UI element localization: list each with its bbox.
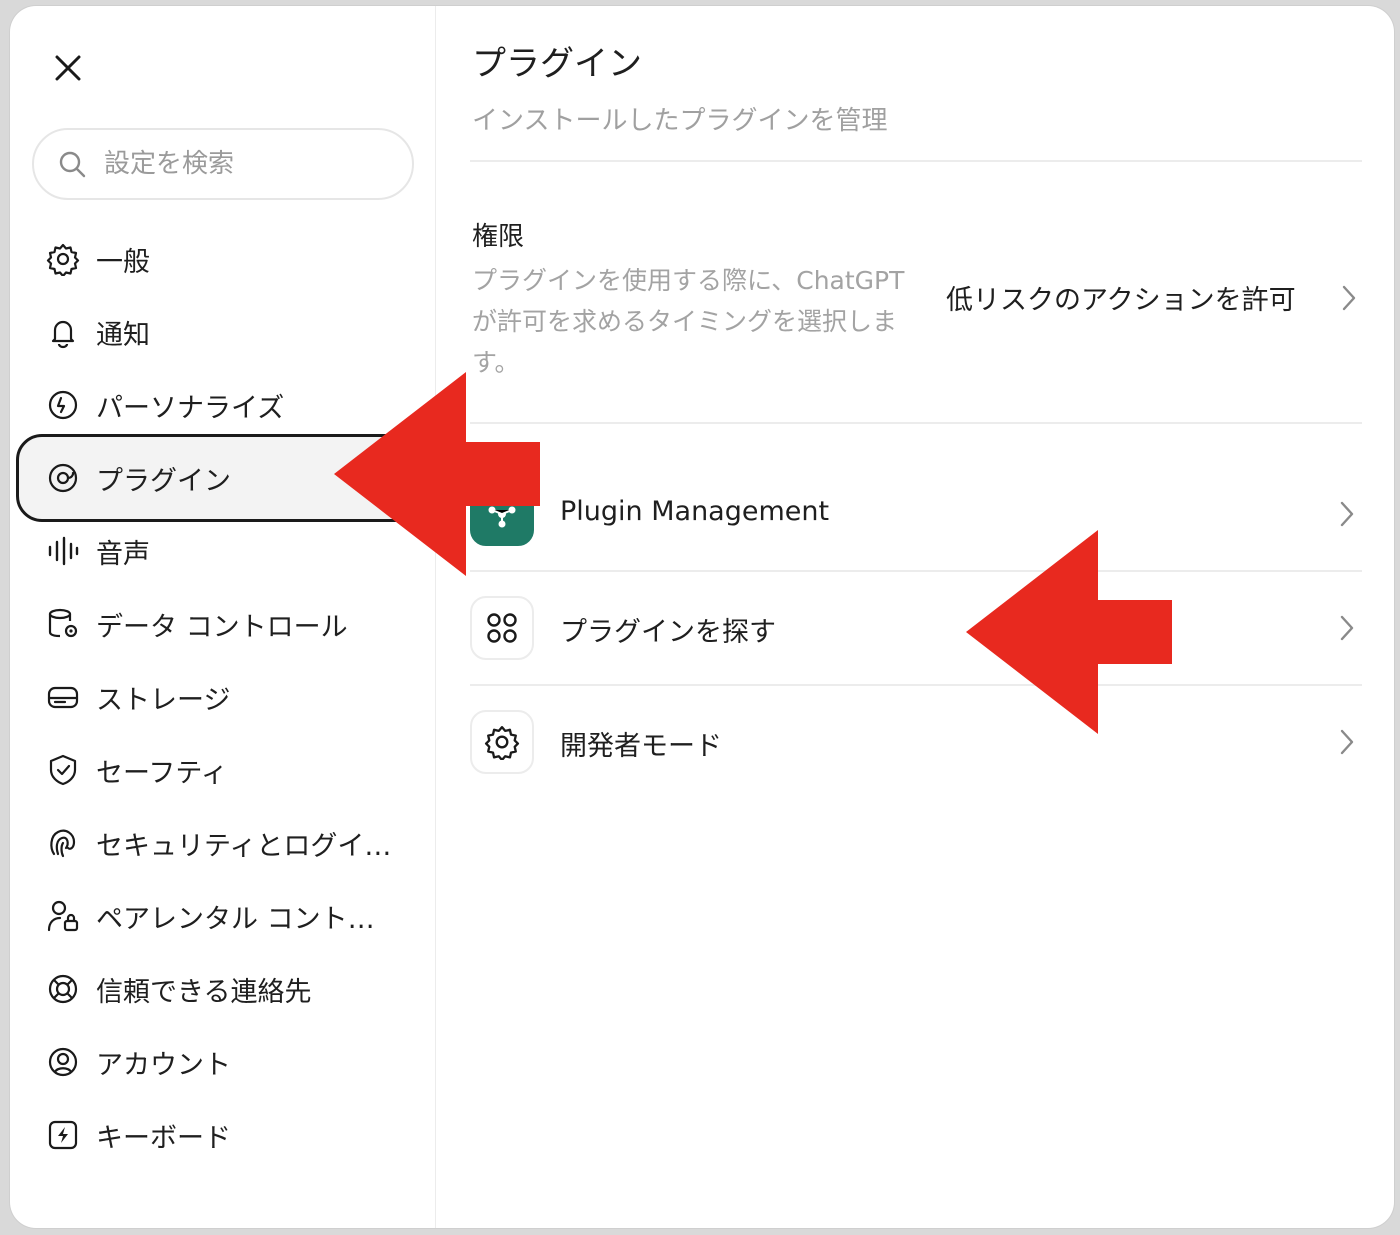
divider	[470, 422, 1362, 424]
personalize-icon	[44, 386, 82, 424]
search-input[interactable]	[104, 149, 384, 179]
shield-check-icon	[44, 751, 82, 789]
page-subtitle: インストールしたプラグインを管理	[472, 106, 888, 136]
sidebar-item-label: 信頼できる連絡先	[96, 976, 312, 1008]
chevron-right-icon[interactable]	[1338, 283, 1360, 313]
plugin-icon	[44, 459, 82, 497]
sidebar-item-label: 音声	[96, 538, 150, 570]
sidebar-item-label: 一般	[96, 246, 150, 278]
row-label: 開発者モード	[560, 731, 722, 762]
grid-circles-icon	[470, 596, 534, 660]
storage-icon	[44, 678, 82, 716]
database-gear-icon	[44, 605, 82, 643]
chevron-right-icon	[1340, 729, 1354, 755]
sidebar-item-label: データ コントロール	[96, 611, 348, 643]
sidebar-item-label: 通知	[96, 319, 150, 351]
lifebuoy-icon	[44, 970, 82, 1008]
sidebar-item-label: キーボード	[96, 1122, 231, 1154]
page-title: プラグイン	[472, 44, 642, 84]
sidebar-item-label: アカウント	[96, 1049, 231, 1081]
sidebar-item-label: セーフティ	[96, 757, 228, 789]
account-icon	[44, 1043, 82, 1081]
plugin-management-row[interactable]: Plugin Management	[470, 458, 1362, 570]
sidebar-item-storage[interactable]: ストレージ	[16, 662, 436, 732]
annotation-arrow-find-plugins	[966, 530, 1172, 734]
permissions-select[interactable]: 低リスクのアクションを許可	[946, 278, 1296, 317]
find-plugins-row[interactable]: プラグインを探す	[470, 572, 1362, 684]
developer-mode-row[interactable]: 開発者モード	[470, 686, 1362, 798]
divider	[470, 160, 1362, 162]
sidebar-item-trusted-contacts[interactable]: 信頼できる連絡先	[16, 954, 436, 1024]
sidebar-item-security[interactable]: セキュリティとログイ…	[16, 808, 436, 878]
search-box[interactable]	[32, 128, 414, 200]
sidebar-item-safety[interactable]: セーフティ	[16, 735, 436, 805]
fingerprint-icon	[44, 824, 82, 862]
gear-icon	[44, 240, 82, 278]
settings-window: 一般 通知 パーソナライズ プラグイン	[10, 6, 1394, 1228]
plugins-panel: プラグイン インストールしたプラグインを管理 権限 プラグインを使用する際に、C…	[436, 6, 1394, 1228]
sidebar-item-general[interactable]: 一般	[16, 224, 436, 294]
sidebar-item-label: ペアレンタル コント…	[96, 903, 375, 935]
sidebar-item-label: セキュリティとログイ…	[96, 830, 392, 862]
row-label: プラグインを探す	[560, 617, 776, 648]
waveform-icon	[44, 532, 82, 570]
chevron-right-icon	[1340, 615, 1354, 641]
sidebar-item-keyboard[interactable]: キーボード	[16, 1100, 436, 1170]
sidebar-item-label: パーソナライズ	[96, 392, 285, 424]
sidebar-item-account[interactable]: アカウント	[16, 1027, 436, 1097]
bell-icon	[44, 313, 82, 351]
sidebar-item-parental-controls[interactable]: ペアレンタル コント…	[16, 881, 436, 951]
parental-lock-icon	[44, 897, 82, 935]
keyboard-bolt-icon	[44, 1116, 82, 1154]
chevron-right-icon	[1340, 501, 1354, 527]
permissions-description: プラグインを使用する際に、ChatGPT が許可を求めるタイミングを選択します。	[472, 266, 905, 377]
sidebar-item-notifications[interactable]: 通知	[16, 297, 436, 367]
close-icon	[55, 55, 81, 81]
row-label: Plugin Management	[560, 496, 830, 527]
close-button[interactable]	[48, 48, 88, 88]
gear-icon	[470, 710, 534, 774]
sidebar-item-label: プラグイン	[96, 465, 231, 497]
sidebar-item-data-controls[interactable]: データ コントロール	[16, 589, 436, 659]
sidebar-item-label: ストレージ	[96, 684, 231, 716]
permissions-title: 権限	[472, 222, 525, 252]
settings-sidebar: 一般 通知 パーソナライズ プラグイン	[10, 6, 436, 1228]
annotation-arrow-plugins	[334, 372, 540, 576]
search-icon	[59, 151, 86, 178]
